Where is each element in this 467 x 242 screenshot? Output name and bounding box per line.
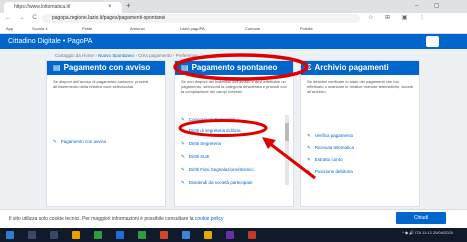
- powerpoint-icon[interactable]: [160, 231, 168, 239]
- system-tray[interactable]: ^ ◆ 🔊 ITA 11:12 20/04/2020: [402, 230, 453, 235]
- app-icon[interactable]: [94, 231, 102, 239]
- app-icon[interactable]: [226, 231, 234, 239]
- cookie-message: Il sito utilizza solo cookie tecnici. Pe…: [9, 216, 194, 222]
- chrome-icon[interactable]: [204, 231, 212, 239]
- annotation-arrow: [268, 141, 316, 180]
- app-icon[interactable]: [248, 231, 256, 239]
- cookie-close-button[interactable]: Chiudi: [396, 212, 446, 224]
- annotation-ellipse: [173, 53, 309, 81]
- annotation-overlay: [173, 53, 316, 180]
- edge-icon[interactable]: [182, 231, 190, 239]
- cookie-policy-link[interactable]: cookie policy: [195, 216, 224, 222]
- search-icon[interactable]: [28, 231, 36, 239]
- excel-icon[interactable]: [138, 231, 146, 239]
- word-icon[interactable]: [116, 231, 124, 239]
- start-icon[interactable]: [6, 231, 14, 239]
- task-view-icon[interactable]: [50, 231, 58, 239]
- cookie-text: Il sito utilizza solo cookie tecnici. Pe…: [9, 216, 224, 222]
- file-explorer-icon[interactable]: [72, 231, 80, 239]
- annotation-ellipse: [178, 119, 268, 137]
